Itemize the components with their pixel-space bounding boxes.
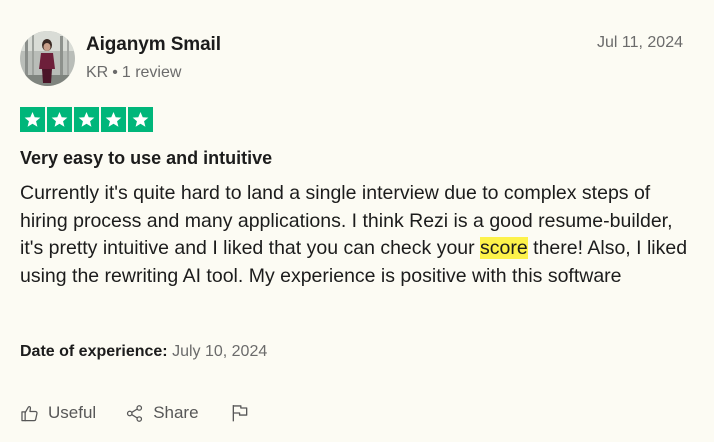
star-icon [101, 107, 126, 132]
review-date: Jul 11, 2024 [597, 34, 683, 51]
review-body: Currently it's quite hard to land a sing… [20, 180, 688, 290]
useful-button[interactable]: Useful [20, 403, 96, 423]
star-rating [20, 107, 153, 132]
useful-label: Useful [48, 403, 97, 422]
share-label: Share [153, 403, 199, 422]
share-icon [125, 404, 144, 423]
experience-date: July 10, 2024 [172, 343, 268, 360]
author-country: KR [86, 64, 109, 81]
review-actions: Useful Share [20, 403, 250, 423]
share-button[interactable]: Share [125, 403, 199, 423]
author-name[interactable]: Aiganym Smail [86, 34, 221, 56]
date-of-experience: Date of experience: July 10, 2024 [20, 343, 267, 361]
meta-separator: • [112, 64, 118, 81]
highlighted-term: score [480, 237, 528, 259]
review-card: Aiganym Smail KR • 1 review Jul 11, 2024 V… [0, 0, 714, 442]
review-count: 1 review [121, 64, 182, 81]
thumbs-up-icon [20, 404, 39, 423]
avatar[interactable] [20, 31, 75, 86]
star-icon [128, 107, 153, 132]
flag-icon [230, 403, 250, 423]
report-button[interactable] [230, 403, 250, 423]
star-icon [47, 107, 72, 132]
review-title[interactable]: Very easy to use and intuitive [20, 148, 272, 169]
star-icon [20, 107, 45, 132]
experience-label: Date of experience: [20, 343, 168, 360]
author-meta: KR • 1 review [86, 64, 181, 82]
star-icon [74, 107, 99, 132]
